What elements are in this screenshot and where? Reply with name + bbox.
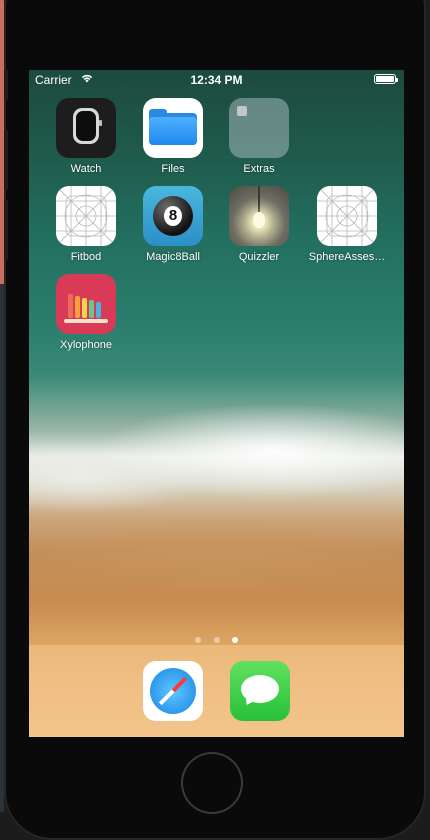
app-label: Fitbod [70,251,102,263]
status-bar: Carrier 12:34 PM [29,70,404,90]
app-label: Quizzler [238,251,280,263]
app-label: SphereAsses… [308,251,386,263]
app-files[interactable]: Files [133,98,213,175]
xylophone-icon [56,274,116,334]
magic-8-ball-icon: 8 [143,186,203,246]
app-label: Watch [70,163,102,175]
app-watch[interactable]: Watch [46,98,126,175]
wallpaper-foam [29,375,404,545]
clock: 12:34 PM [190,73,243,87]
app-label: Xylophone [60,339,112,351]
page-dot[interactable] [195,637,202,643]
page-dot-active[interactable] [231,637,238,643]
home-screen: Carrier 12:34 PM Watch Files Extras Fitb… [29,70,404,737]
messages-bubble-icon[interactable] [230,661,290,721]
blank-app-template-icon [56,186,116,246]
volume-down-button [4,200,8,260]
app-fitbod[interactable]: Fitbod [46,186,126,263]
app-label: Files [161,163,185,175]
folder-extras[interactable]: Extras [219,98,299,175]
folder-group-icon [229,98,289,158]
volume-up-button [4,130,8,190]
safari-compass-icon[interactable] [143,661,203,721]
light-bulb-icon [229,186,289,246]
home-button[interactable] [181,752,243,814]
battery-icon [374,74,398,84]
app-label: Extras [243,163,275,175]
app-label: Magic8Ball [146,251,200,263]
blank-app-template-icon [317,186,377,246]
mute-switch [4,70,8,100]
app-sphereassessment[interactable]: SphereAsses… [307,186,387,263]
app-quizzler[interactable]: Quizzler [219,186,299,263]
files-folder-icon [143,98,203,158]
dock [29,645,404,737]
app-magic8ball[interactable]: 8 Magic8Ball [133,186,213,263]
app-xylophone[interactable]: Xylophone [46,274,126,351]
page-dot[interactable] [213,637,220,643]
watch-icon [56,98,116,158]
